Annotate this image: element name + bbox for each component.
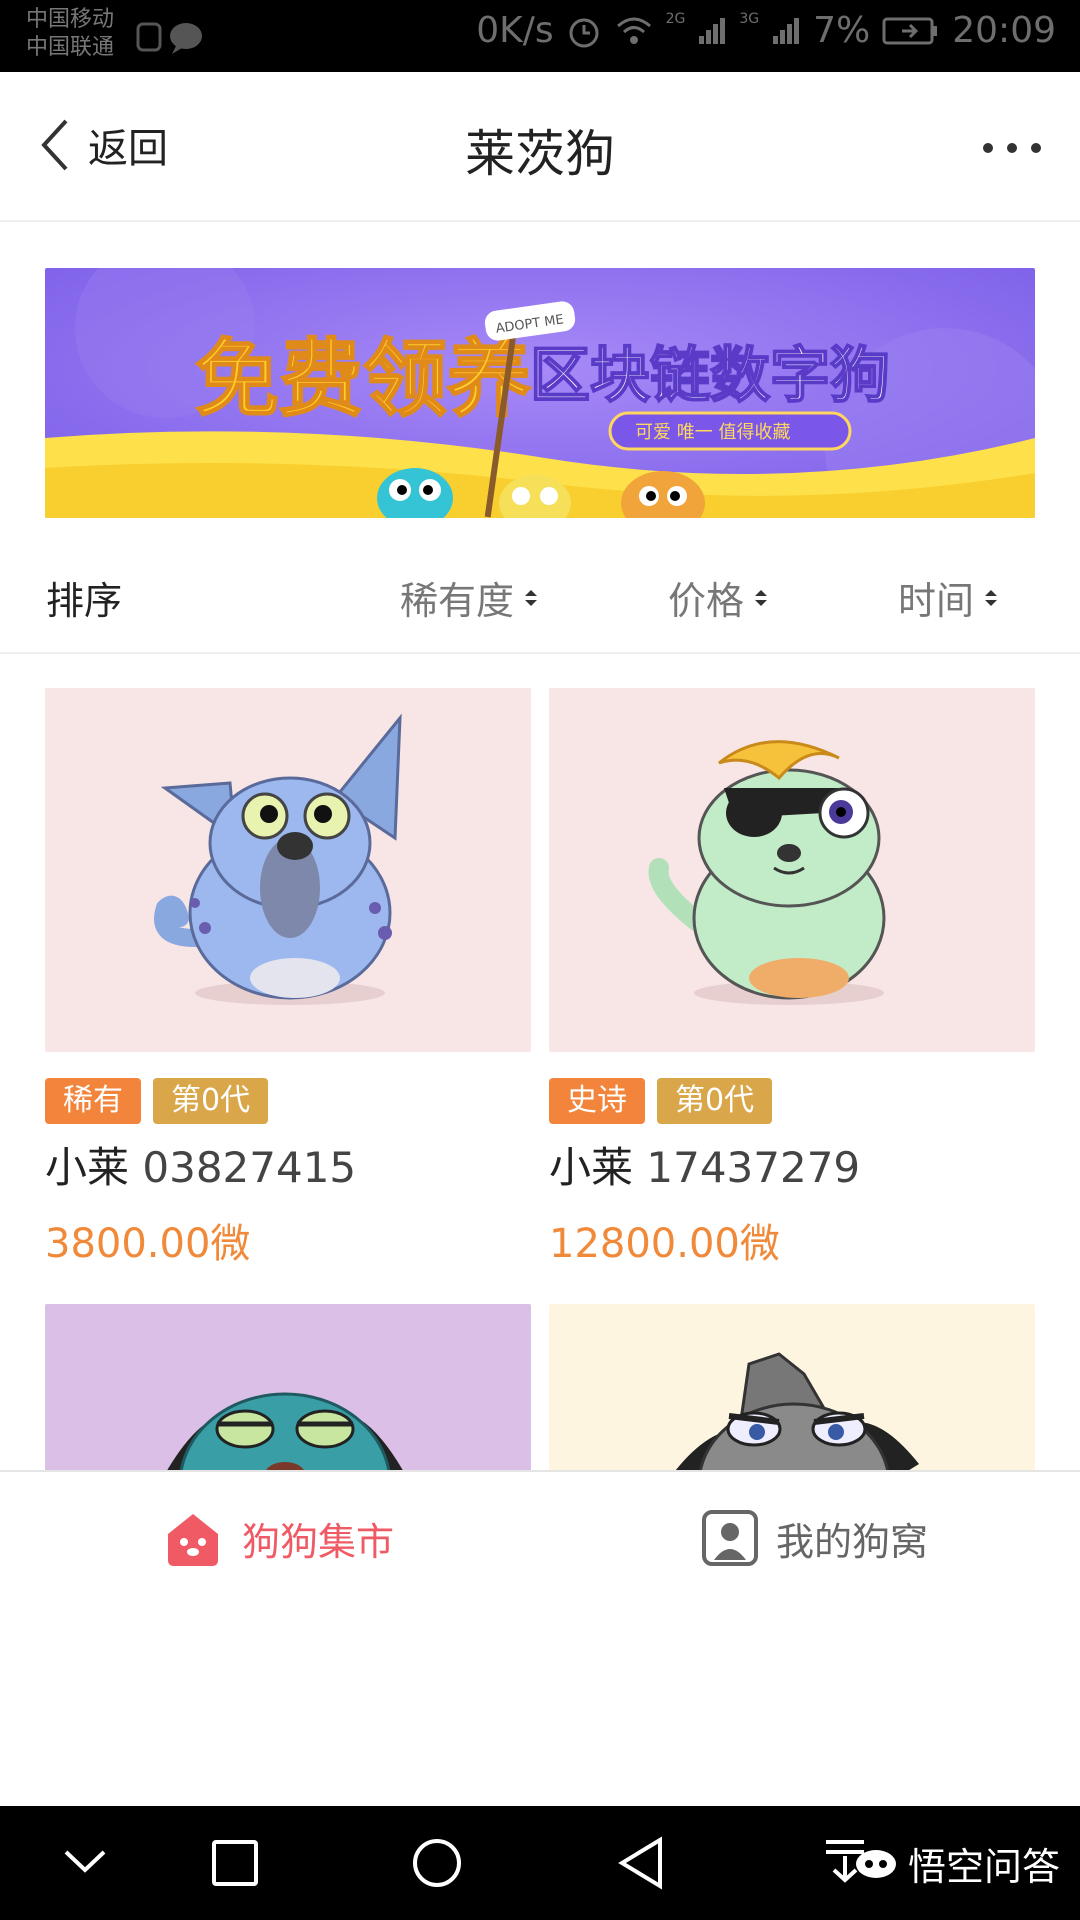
sort-arrows-icon [525, 589, 538, 606]
dog-name-text: 小莱 [549, 1143, 634, 1192]
clock: 20:09 [952, 10, 1056, 51]
net-speed: 0K/s [476, 10, 554, 51]
sort-option-label: 价格 [668, 579, 745, 623]
wukong-logo-icon [855, 1849, 896, 1878]
tab-dog-market[interactable]: 狗狗集市 [160, 1508, 394, 1568]
bottom-tab-bar: 狗狗集市 我的狗窝 [0, 1470, 1080, 1806]
home-circle-icon[interactable] [410, 1836, 464, 1890]
alarm-icon [569, 18, 599, 47]
more-dots-icon [983, 143, 1041, 153]
more-menu-button[interactable] [982, 120, 1042, 166]
wifi-icon [616, 17, 651, 44]
sort-option-label: 时间 [898, 579, 975, 623]
status-bar: 中国移动 中国联通 0K/s 2G 3G 7% 20:09 [0, 0, 1080, 72]
battery-percent: 7% [813, 10, 871, 51]
dog-card[interactable]: 史诗 第0代 小莱 17437279 12800.00微 [549, 688, 1035, 1269]
sort-label: 排序 [46, 579, 123, 623]
dog-price: 3800.00微 [45, 1221, 251, 1267]
teal-dog-illustration [167, 1392, 403, 1470]
carrier-1: 中国移动 [26, 7, 115, 32]
banner-illustration: 免费领养 区块链数字狗 可爱 唯一 值得收藏 ADOPT ME [45, 268, 1035, 518]
dog-card[interactable]: 稀有 第0代 小莱 03827415 3800.00微 [45, 688, 531, 1269]
dog-image [549, 688, 1035, 1052]
rarity-tag: 史诗 [549, 1078, 645, 1124]
rarity-tag: 稀有 [45, 1078, 141, 1124]
dog-id: 17437279 [646, 1143, 861, 1192]
green-dog-illustration [648, 740, 886, 1005]
carrier-2: 中国联通 [26, 35, 115, 60]
tab-label: 狗狗集市 [242, 1519, 395, 1564]
tab-my-kennel[interactable]: 我的狗窝 [700, 1508, 928, 1568]
chat-notification-icon [136, 22, 202, 54]
profile-card-icon [702, 1510, 758, 1566]
banner-headline-a: 免费领养 [195, 330, 531, 428]
carrier-info: 中国移动 中国联通 [26, 6, 114, 62]
signal-type-2: 3G [739, 10, 760, 27]
recent-apps-icon[interactable] [210, 1838, 260, 1888]
dog-image [45, 1304, 531, 1470]
battery-icon [882, 17, 938, 44]
generation-tag: 第0代 [657, 1078, 773, 1124]
sort-arrows-icon [985, 589, 998, 606]
dog-id: 03827415 [142, 1143, 357, 1192]
chevron-down-icon[interactable] [60, 1842, 110, 1882]
nav-bar: 返回 莱茨狗 [0, 72, 1080, 222]
banner-tagline: 可爱 唯一 值得收藏 [635, 422, 790, 443]
signal-icon-2 [773, 17, 800, 44]
dog-name-text: 小莱 [45, 1143, 130, 1192]
dog-price: 12800.00微 [549, 1221, 780, 1267]
generation-tag: 第0代 [153, 1078, 269, 1124]
tab-label: 我的狗窝 [776, 1519, 929, 1564]
sort-by-time[interactable]: 时间 [898, 570, 1000, 625]
watermark-text: 悟空问答 [907, 1845, 1060, 1889]
dog-image [45, 688, 531, 1052]
blue-dog-illustration [154, 713, 402, 1005]
signal-icon-1 [699, 17, 726, 44]
banner-headline-b: 区块链数字狗 [530, 341, 890, 411]
dog-card[interactable] [549, 1304, 1035, 1470]
dog-name: 小莱 17437279 [549, 1134, 1035, 1195]
dog-image [549, 1304, 1035, 1470]
back-triangle-icon[interactable] [616, 1836, 666, 1890]
dog-tags: 稀有 第0代 [45, 1078, 531, 1124]
sort-bar: 排序 稀有度 价格 时间 [0, 550, 1080, 654]
watermark: 悟空问答 [854, 1836, 1060, 1891]
promo-banner[interactable]: 免费领养 区块链数字狗 可爱 唯一 值得收藏 ADOPT ME [45, 268, 1035, 518]
dog-card[interactable] [45, 1304, 531, 1470]
sort-by-price[interactable]: 价格 [668, 570, 770, 625]
sort-option-label: 稀有度 [400, 579, 515, 623]
signal-type-1: 2G [665, 10, 686, 27]
sort-by-rarity[interactable]: 稀有度 [400, 570, 540, 625]
status-right: 0K/s 2G 3G 7% 20:09 [476, 10, 1056, 51]
sort-arrows-icon [755, 589, 768, 606]
dog-name: 小莱 03827415 [45, 1134, 531, 1195]
system-nav-bar: 悟空问答 [0, 1806, 1080, 1920]
grey-dog-illustration [675, 1352, 919, 1470]
dog-tags: 史诗 第0代 [549, 1078, 1035, 1124]
page-title: 莱茨狗 [465, 125, 615, 183]
dog-house-icon [168, 1514, 218, 1566]
notification-icons [136, 16, 206, 60]
